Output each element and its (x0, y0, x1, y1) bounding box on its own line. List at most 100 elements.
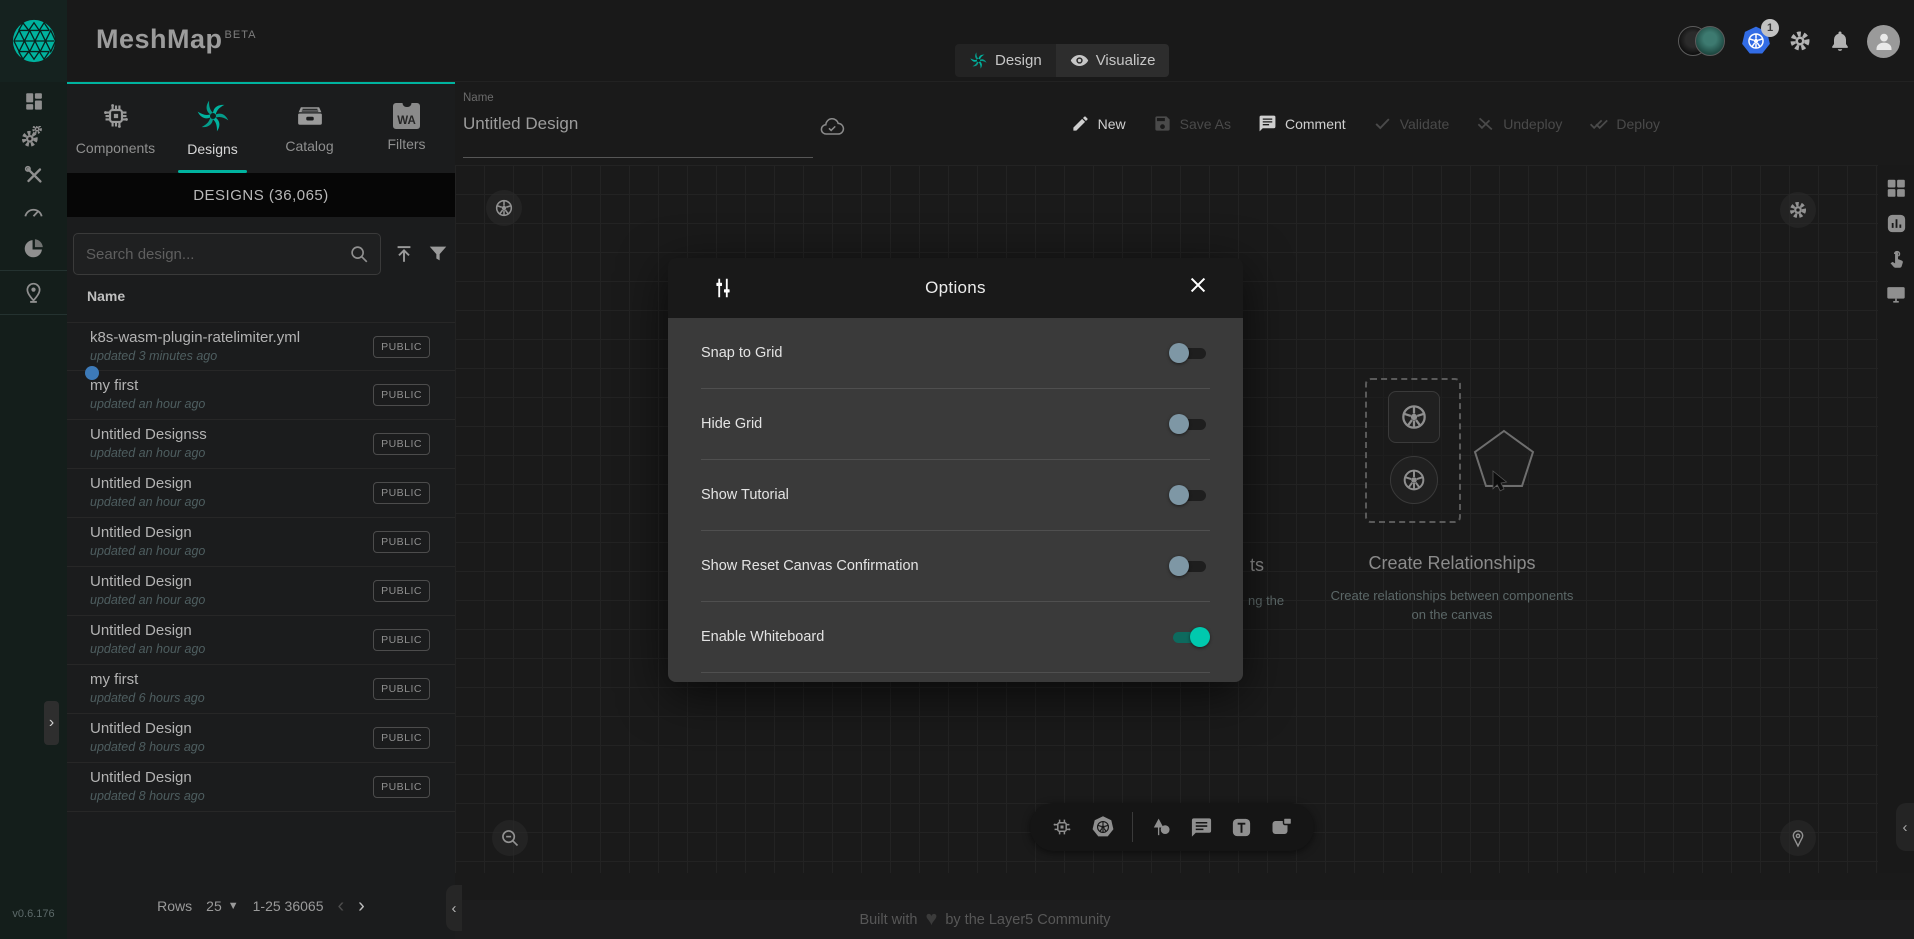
chevron-right-icon: › (49, 714, 54, 732)
kubernetes-context-button[interactable]: 1 (1740, 25, 1772, 57)
design-name-field[interactable]: Name Untitled Design (463, 90, 813, 158)
settings-button[interactable] (1787, 28, 1813, 54)
screen-share-button[interactable] (1885, 283, 1907, 305)
user-avatar[interactable] (1867, 25, 1900, 58)
design-row[interactable]: Untitled Designss updated an hour ago PU… (67, 420, 455, 469)
person-icon (1872, 29, 1896, 53)
design-name: k8s-wasm-plugin-ratelimiter.yml (90, 329, 300, 346)
visibility-badge: PUBLIC (373, 776, 430, 798)
hide-grid-toggle[interactable] (1169, 414, 1210, 434)
design-name: Untitled Design (90, 524, 192, 541)
close-modal-button[interactable] (1187, 274, 1209, 296)
design-name: Untitled Designss (90, 426, 207, 443)
rows-per-page-select[interactable]: 25 ▼ (206, 898, 238, 914)
dock-text-button[interactable] (1230, 816, 1253, 839)
design-row[interactable]: Untitled Design updated 8 hours ago PUBL… (67, 763, 455, 812)
design-row[interactable]: Untitled Design updated 8 hours ago PUBL… (67, 714, 455, 763)
design-row[interactable]: Untitled Design updated an hour ago PUBL… (67, 518, 455, 567)
magnifier-minus-icon (499, 827, 521, 849)
options-modal-title: Options (925, 278, 986, 298)
dashboard-grid-button[interactable] (1885, 177, 1907, 199)
nav-dashboard[interactable] (0, 82, 67, 119)
nav-lifecycle[interactable] (0, 119, 67, 156)
design-row[interactable]: my first updated 6 hours ago PUBLIC (67, 665, 455, 714)
component-chip-icon (99, 99, 133, 133)
comment-button[interactable]: Comment (1258, 114, 1346, 133)
whiteboard-pen-button[interactable] (1780, 820, 1816, 856)
check-icon (1373, 114, 1392, 133)
panel-collapse-button[interactable]: ‹ (446, 885, 462, 931)
validate-button[interactable]: Validate (1373, 114, 1450, 133)
chart-panel-button[interactable] (1885, 212, 1908, 235)
tab-design[interactable]: Design (955, 44, 1056, 77)
crossed-tools-icon (23, 164, 45, 186)
tab-components[interactable]: Components (67, 84, 164, 170)
options-modal-header: Options (668, 258, 1243, 318)
footer-credit: Built with ♥ by the Layer5 Community (455, 900, 1515, 939)
import-design-button[interactable] (393, 243, 415, 265)
design-row[interactable]: k8s-wasm-plugin-ratelimiter.yml updated … (67, 322, 455, 371)
option-row-enable-whiteboard: Enable Whiteboard (701, 602, 1210, 673)
dock-kubernetes-button[interactable] (1091, 815, 1115, 839)
design-row[interactable]: Untitled Design updated an hour ago PUBL… (67, 567, 455, 616)
design-row[interactable]: Untitled Design updated an hour ago PUBL… (67, 469, 455, 518)
interaction-mode-button[interactable] (1885, 248, 1907, 270)
notifications-button[interactable] (1828, 29, 1852, 53)
design-row[interactable]: my first updated an hour ago PUBLIC (67, 371, 455, 420)
rail-expand-button[interactable]: › (44, 701, 59, 745)
filter-button[interactable] (427, 243, 449, 265)
crossed-checks-icon (1476, 114, 1495, 133)
undeploy-label: Undeploy (1503, 116, 1562, 132)
tab-visualize[interactable]: Visualize (1056, 44, 1170, 77)
nav-meshmap[interactable] (0, 274, 67, 311)
save-as-button[interactable]: Save As (1153, 114, 1231, 133)
option-label: Show Reset Canvas Confirmation (701, 558, 919, 574)
pod-icon (1400, 466, 1428, 494)
undeploy-button[interactable]: Undeploy (1476, 114, 1562, 133)
double-gear-icon (22, 126, 46, 150)
visibility-badge: PUBLIC (373, 678, 430, 700)
tab-designs[interactable]: Designs (164, 84, 261, 170)
funnel-icon (427, 243, 449, 265)
cloud-saved-icon (817, 114, 847, 140)
canvas-footer: Built with ♥ by the Layer5 Community (455, 900, 1914, 939)
layer5-logo[interactable] (0, 0, 67, 82)
tab-filters[interactable]: WA Filters (358, 84, 455, 170)
prev-page-button[interactable]: ‹ (337, 896, 344, 916)
right-panel-collapse-button[interactable]: ‹ (1896, 803, 1914, 851)
reset-canvas-confirmation-toggle[interactable] (1169, 556, 1210, 576)
deploy-label: Deploy (1616, 116, 1660, 132)
search-row (67, 232, 455, 276)
design-updated: updated an hour ago (90, 593, 205, 607)
next-page-button[interactable]: › (358, 896, 365, 916)
visibility-badge: PUBLIC (373, 727, 430, 749)
search-input[interactable] (86, 234, 336, 274)
dock-comment-button[interactable] (1190, 816, 1213, 839)
canvas-settings-button[interactable] (1780, 192, 1816, 228)
deploy-button[interactable]: Deploy (1589, 114, 1660, 133)
nav-configuration[interactable] (0, 156, 67, 193)
nav-performance[interactable] (0, 193, 67, 230)
option-label: Snap to Grid (701, 345, 782, 361)
collaborator-avatars[interactable] (1678, 26, 1725, 56)
option-row-snap-to-grid: Snap to Grid (701, 318, 1210, 389)
gear-icon (1787, 199, 1809, 221)
show-tutorial-toggle[interactable] (1169, 485, 1210, 505)
dock-media-button[interactable] (1270, 815, 1294, 839)
new-design-button[interactable]: New (1071, 114, 1126, 133)
design-updated: updated an hour ago (90, 642, 205, 656)
toggle-knob (1169, 343, 1189, 363)
design-row[interactable]: Untitled Design updated an hour ago PUBL… (67, 616, 455, 665)
enable-whiteboard-toggle[interactable] (1169, 627, 1210, 647)
tab-catalog[interactable]: Catalog (261, 84, 358, 170)
design-updated: updated an hour ago (90, 397, 205, 411)
ink-pen-icon (1788, 828, 1808, 848)
zoom-out-button[interactable] (492, 820, 528, 856)
dock-shapes-button[interactable] (1150, 816, 1173, 839)
nav-extensions[interactable] (0, 230, 67, 267)
dock-components-button[interactable] (1050, 815, 1074, 839)
design-updated: updated an hour ago (90, 446, 205, 460)
canvas-config-button[interactable] (486, 190, 522, 226)
snap-to-grid-toggle[interactable] (1169, 343, 1210, 363)
tab-components-label: Components (76, 140, 155, 156)
